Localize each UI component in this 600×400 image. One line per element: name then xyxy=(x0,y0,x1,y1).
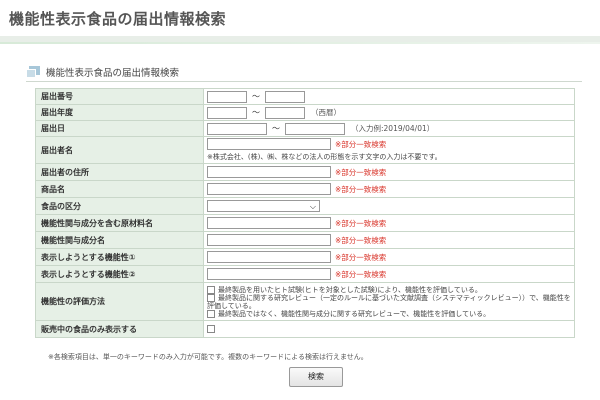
label-function-claim-1: 表示しようとする機能性① xyxy=(35,248,204,266)
range-separator: ～ xyxy=(252,108,260,117)
function-claim-1-input[interactable] xyxy=(207,251,331,263)
row-ingredient-name: 機能性関与成分名 ※部分一致検索 xyxy=(35,231,575,249)
row-notifier-address: 届出者の住所 ※部分一致検索 xyxy=(35,163,575,181)
label-food-category: 食品の区分 xyxy=(35,197,204,215)
partial-match-note: ※部分一致検索 xyxy=(335,139,387,149)
function-claim-2-input[interactable] xyxy=(207,268,331,280)
date-hint: （入力例:2019/04/01） xyxy=(351,124,435,133)
evaluation-option-1[interactable]: 最終製品を用いたヒト試験(ヒトを対象とした試験)により、機能性を評価している。 xyxy=(207,285,571,294)
notification-number-from-input[interactable] xyxy=(207,90,247,103)
range-separator: ～ xyxy=(272,124,280,133)
row-evaluation-method: 機能性の評価方法 最終製品を用いたヒト試験(ヒトを対象とした試験)により、機能性… xyxy=(35,282,575,321)
label-notifier-name: 届出者名 xyxy=(35,136,204,164)
partial-match-note: ※部分一致検索 xyxy=(335,167,387,177)
label-function-claim-2: 表示しようとする機能性② xyxy=(35,265,204,283)
search-footnote: ※各検索項目は、単一のキーワードのみ入力が可能です。複数のキーワードによる検索は… xyxy=(48,353,368,361)
label-ingredient-name: 機能性関与成分名 xyxy=(35,231,204,249)
on-sale-only-checkbox[interactable] xyxy=(207,325,215,333)
label-notifier-address: 届出者の住所 xyxy=(35,163,204,181)
partial-match-note: ※部分一致検索 xyxy=(335,218,387,228)
row-ingredient-material: 機能性関与成分を含む原材料名 ※部分一致検索 xyxy=(35,214,575,232)
label-product-name: 商品名 xyxy=(35,180,204,198)
section-rule xyxy=(26,81,582,82)
row-product-name: 商品名 ※部分一致検索 xyxy=(35,180,575,198)
evaluation-option-2[interactable]: 最終製品に関する研究レビュー（一定のルールに基づいた文献調査（システマティックレ… xyxy=(207,293,571,310)
search-button[interactable]: 検索 xyxy=(289,367,343,387)
row-notification-number: 届出番号 ～ xyxy=(35,88,575,105)
label-evaluation-method: 機能性の評価方法 xyxy=(35,282,204,321)
notifier-address-input[interactable] xyxy=(207,166,331,178)
product-name-input[interactable] xyxy=(207,183,331,195)
label-notification-year: 届出年度 xyxy=(35,104,204,121)
row-notification-year: 届出年度 ～ （西暦） xyxy=(35,104,575,121)
partial-match-note: ※部分一致検索 xyxy=(335,184,387,194)
section-title: 機能性表示食品の届出情報検索 xyxy=(46,68,180,79)
row-notifier-name: 届出者名 ※部分一致検索 ※株式会社、(株)、㈱、株などの法人の形態を示す文字の… xyxy=(35,136,575,164)
label-ingredient-material: 機能性関与成分を含む原材料名 xyxy=(35,214,204,232)
ingredient-name-input[interactable] xyxy=(207,234,331,246)
partial-match-note: ※部分一致検索 xyxy=(335,269,387,279)
label-on-sale-only: 販売中の食品のみ表示する xyxy=(35,320,204,338)
food-category-select[interactable]: ⌵ xyxy=(207,200,320,212)
row-notification-date: 届出日 ～ （入力例:2019/04/01） xyxy=(35,120,575,137)
evaluation-option-1-checkbox[interactable] xyxy=(207,285,215,294)
title-band xyxy=(0,36,600,44)
page-title: 機能性表示食品の届出情報検索 xyxy=(9,10,227,28)
notification-date-to-input[interactable] xyxy=(285,122,345,135)
row-food-category: 食品の区分 ⌵ xyxy=(35,197,575,215)
notification-year-from-input[interactable] xyxy=(207,106,247,119)
label-notification-date: 届出日 xyxy=(35,120,204,137)
evaluation-option-3[interactable]: 最終製品ではなく、機能性関与成分に関する研究レビューで、機能性を評価している。 xyxy=(207,309,571,318)
search-form-table: 届出番号 ～ 届出年度 ～（西暦） 届出日 ～（入力例:2019/04/01） … xyxy=(35,88,575,338)
evaluation-option-3-checkbox[interactable] xyxy=(207,309,215,318)
partial-match-note: ※部分一致検索 xyxy=(335,252,387,262)
title-underline xyxy=(0,42,600,44)
notification-date-from-input[interactable] xyxy=(207,122,267,135)
row-on-sale-only: 販売中の食品のみ表示する xyxy=(35,320,575,338)
section-header: 機能性表示食品の届出情報検索 xyxy=(26,64,582,82)
notification-number-to-input[interactable] xyxy=(265,90,305,103)
row-function-claim-1: 表示しようとする機能性① ※部分一致検索 xyxy=(35,248,575,266)
section-icon xyxy=(26,66,40,78)
ingredient-material-input[interactable] xyxy=(207,217,331,229)
notifier-name-note: ※株式会社、(株)、㈱、株などの法人の形態を示す文字の入力は不要です。 xyxy=(207,153,442,161)
notifier-name-input[interactable] xyxy=(207,138,331,150)
label-notification-number: 届出番号 xyxy=(35,88,204,105)
chevron-down-icon: ⌵ xyxy=(309,202,316,211)
year-hint: （西暦） xyxy=(311,108,341,117)
row-function-claim-2: 表示しようとする機能性② ※部分一致検索 xyxy=(35,265,575,283)
notification-year-to-input[interactable] xyxy=(265,106,305,119)
partial-match-note: ※部分一致検索 xyxy=(335,235,387,245)
evaluation-option-2-checkbox[interactable] xyxy=(207,293,215,302)
range-separator: ～ xyxy=(252,92,260,101)
